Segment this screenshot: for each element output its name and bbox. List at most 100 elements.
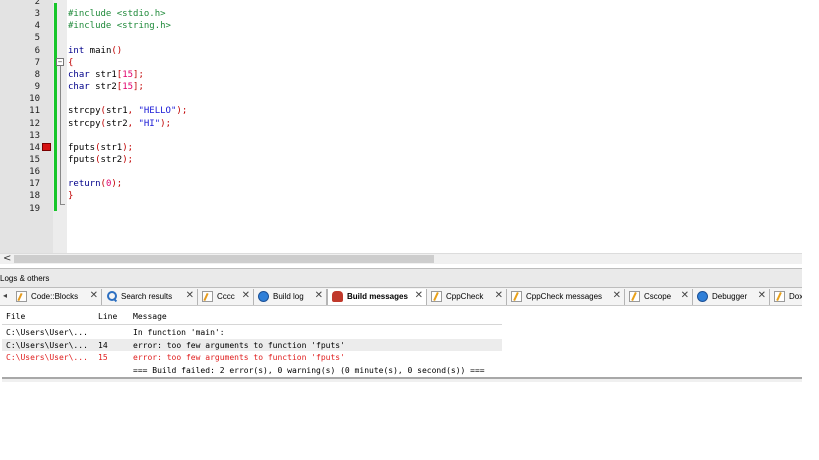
line-number[interactable]: 13 bbox=[0, 131, 40, 141]
tab-scroll-left-icon[interactable]: ◂ bbox=[3, 291, 7, 300]
scrollbar-thumb[interactable] bbox=[14, 255, 434, 263]
code-token: int bbox=[68, 45, 85, 56]
close-icon[interactable]: ✕ bbox=[613, 290, 621, 301]
horizontal-scrollbar[interactable]: < bbox=[0, 253, 802, 264]
code-line[interactable]: char str2[15]; bbox=[68, 82, 144, 92]
line-number[interactable]: 6 bbox=[0, 46, 40, 56]
line-number[interactable]: 19 bbox=[0, 204, 40, 214]
code-line[interactable]: #include <string.h> bbox=[68, 21, 171, 31]
column-header-message[interactable]: Message bbox=[133, 312, 167, 321]
message-message-cell: error: too few arguments to function 'fp… bbox=[133, 353, 345, 363]
line-number[interactable]: 9 bbox=[0, 82, 40, 92]
code-line[interactable]: { bbox=[68, 58, 73, 68]
code-token: strcpy bbox=[68, 106, 101, 117]
code-token: str1 bbox=[89, 69, 117, 80]
code-line[interactable]: fputs(str1); bbox=[68, 143, 133, 153]
message-file-cell: C:\Users\User\... bbox=[6, 328, 88, 337]
tab-cppcheck-messages[interactable]: CppCheck messages ✕ bbox=[507, 289, 625, 305]
line-number[interactable]: 11 bbox=[0, 106, 40, 116]
code-token: ); bbox=[176, 106, 188, 117]
fold-toggle-icon[interactable]: − bbox=[56, 58, 64, 66]
search-icon bbox=[106, 291, 117, 302]
panel-bottom-strip bbox=[2, 379, 802, 382]
close-icon[interactable]: ✕ bbox=[186, 290, 194, 301]
message-line-cell: 14 bbox=[98, 340, 108, 350]
line-number[interactable]: 5 bbox=[0, 33, 40, 43]
error-marker-icon[interactable] bbox=[42, 143, 51, 151]
message-row[interactable]: C:\Users\User\... 15 error: too few argume… bbox=[2, 351, 502, 363]
code-token: , bbox=[127, 118, 139, 129]
code-line[interactable]: char str1[15]; bbox=[68, 70, 144, 80]
code-line[interactable]: return(0); bbox=[68, 179, 122, 189]
line-number[interactable]: 12 bbox=[0, 119, 40, 129]
code-token: 15 bbox=[122, 69, 134, 80]
code-line[interactable]: strcpy(str2, "HI"); bbox=[68, 119, 171, 129]
code-token: main bbox=[84, 45, 112, 56]
code-token: , bbox=[127, 106, 139, 117]
close-icon[interactable]: ✕ bbox=[90, 290, 98, 301]
tab-build-messages[interactable]: Build messages ✕ bbox=[327, 289, 427, 305]
line-number[interactable]: 10 bbox=[0, 94, 40, 104]
line-number[interactable]: 4 bbox=[0, 21, 40, 31]
line-number[interactable]: 14 bbox=[0, 143, 40, 153]
close-icon[interactable]: ✕ bbox=[242, 290, 250, 301]
tab-label: Search results bbox=[121, 292, 173, 301]
tab-label: Debugger bbox=[712, 292, 748, 301]
tab-build-log[interactable]: Build log ✕ bbox=[254, 289, 327, 305]
pencil-icon bbox=[774, 291, 785, 302]
line-number[interactable]: 17 bbox=[0, 179, 40, 189]
pencil-icon bbox=[431, 291, 442, 302]
close-icon[interactable]: ✕ bbox=[495, 290, 503, 301]
message-row[interactable]: === Build failed: 2 error(s), 0 warning(… bbox=[2, 364, 502, 376]
logs-panel-title-bar: Logs & others bbox=[0, 268, 802, 288]
code-line[interactable]: } bbox=[68, 191, 73, 201]
close-icon[interactable]: ✕ bbox=[315, 290, 323, 301]
code-editor[interactable]: 2 3 4 5 6 7 8 9 10 11 12 13 14 15 16 17 18 19 − #include … bbox=[0, 0, 802, 253]
tab-dox[interactable]: Dox bbox=[770, 289, 802, 305]
code-line[interactable]: #include <stdio.h> bbox=[68, 9, 166, 19]
line-number[interactable]: 2 bbox=[0, 0, 40, 7]
logs-tab-bar: ◂ Code::Blocks ✕ Search results ✕ Cccc ✕ Build… bbox=[0, 288, 802, 306]
message-row[interactable]: C:\Users\User\... In function 'main': bbox=[2, 326, 502, 338]
code-token: char bbox=[68, 82, 90, 93]
code-line[interactable]: int main() bbox=[68, 46, 122, 56]
code-token: str2 bbox=[89, 82, 117, 93]
line-number[interactable]: 8 bbox=[0, 70, 40, 80]
code-token: ); bbox=[122, 142, 134, 153]
column-header-file[interactable]: File bbox=[6, 312, 25, 321]
tab-cccc[interactable]: Cccc ✕ bbox=[198, 289, 254, 305]
column-header-line[interactable]: Line bbox=[98, 312, 117, 321]
tab-debugger[interactable]: Debugger ✕ bbox=[693, 289, 770, 305]
tab-cppcheck[interactable]: CppCheck ✕ bbox=[427, 289, 507, 305]
close-icon[interactable]: ✕ bbox=[415, 290, 423, 301]
code-token: ); bbox=[160, 118, 171, 129]
code-line[interactable]: strcpy(str1, "HELLO"); bbox=[68, 106, 187, 116]
message-message-cell: In function 'main': bbox=[133, 328, 225, 337]
close-icon[interactable]: ✕ bbox=[681, 290, 689, 301]
code-token: str1 bbox=[105, 106, 128, 117]
build-messages-list[interactable]: File Line Message C:\Users\User\... In fu… bbox=[0, 307, 802, 377]
line-number[interactable]: 7 bbox=[0, 58, 40, 68]
code-token: #include <stdio.h> bbox=[68, 9, 166, 20]
fold-line bbox=[60, 66, 61, 205]
tab-code-blocks[interactable]: Code::Blocks ✕ bbox=[12, 289, 102, 305]
line-number[interactable]: 16 bbox=[0, 167, 40, 177]
tab-label: Cscope bbox=[644, 292, 672, 301]
fold-end bbox=[60, 204, 65, 205]
tab-search-results[interactable]: Search results ✕ bbox=[102, 289, 198, 305]
close-icon[interactable]: ✕ bbox=[758, 290, 766, 301]
line-number[interactable]: 3 bbox=[0, 9, 40, 19]
line-number[interactable]: 15 bbox=[0, 155, 40, 165]
scroll-left-icon[interactable]: < bbox=[3, 253, 11, 264]
message-file-cell: C:\Users\User\... bbox=[6, 353, 88, 363]
tab-label: Dox bbox=[789, 292, 802, 301]
message-row[interactable]: C:\Users\User\... 14 error: too few argume… bbox=[2, 338, 502, 351]
bug-icon bbox=[332, 291, 343, 302]
tab-label: Build messages bbox=[347, 292, 408, 301]
code-token: strcpy bbox=[68, 118, 101, 129]
tab-cscope[interactable]: Cscope ✕ bbox=[625, 289, 693, 305]
code-line[interactable]: fputs(str2); bbox=[68, 155, 133, 165]
header-divider bbox=[2, 324, 502, 325]
line-number[interactable]: 18 bbox=[0, 191, 40, 201]
line-number-gutter[interactable]: 2 3 4 5 6 7 8 9 10 11 12 13 14 15 16 17 18 19 bbox=[0, 0, 53, 253]
